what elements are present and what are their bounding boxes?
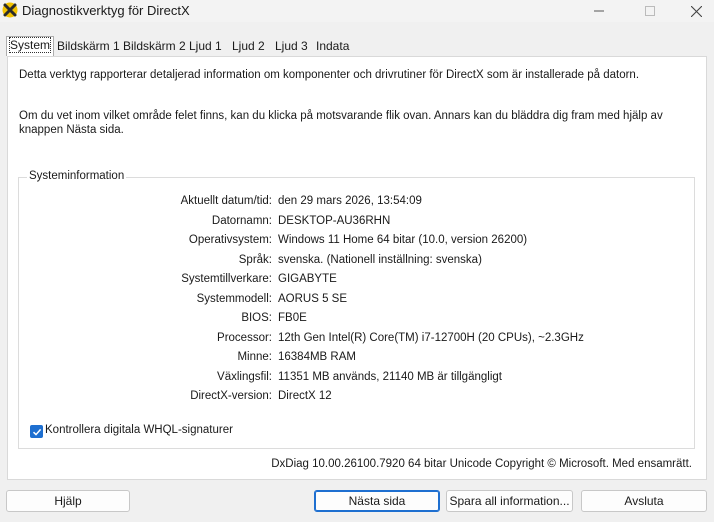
- system-info-label: Processor:: [217, 331, 272, 344]
- system-info-value: Windows 11 Home 64 bitar (10.0, version …: [278, 234, 528, 246]
- directx-icon: [2, 2, 18, 18]
- system-info-row: Växlingsfil: 11351 MB används, 21140 MB ä…: [8, 371, 698, 387]
- tab-input[interactable]: Indata: [312, 37, 353, 55]
- system-info-label: DirectX-version:: [190, 390, 272, 402]
- system-info-value: 11351 MB används, 21140 MB är tillgängli…: [278, 370, 502, 383]
- system-info-value: DESKTOP-AU36RHN: [278, 214, 391, 227]
- save-all-button[interactable]: Spara all information...: [446, 490, 573, 512]
- window-title: Diagnostikverktyg för DirectX: [22, 3, 190, 18]
- intro-text: Detta verktyg rapporterar detaljerad inf…: [19, 69, 640, 81]
- system-info-row: Systemmodell: AORUS 5 SE: [8, 293, 698, 309]
- system-info-row: DirectX-version: DirectX 12: [8, 390, 698, 406]
- system-info-label: Växlingsfil:: [217, 370, 272, 383]
- system-info-value: AORUS 5 SE: [278, 292, 348, 305]
- whql-checkbox-label[interactable]: Kontrollera digitala WHQL-signaturer: [45, 424, 233, 436]
- system-info-row: Aktuellt datum/tid: den 29 mars 2026, 13:…: [8, 195, 698, 211]
- title-bar: Diagnostikverktyg för DirectX: [0, 0, 714, 22]
- system-info-label: Språk:: [238, 253, 272, 266]
- close-icon: [690, 5, 702, 17]
- tab-sound-1[interactable]: Ljud 1: [185, 37, 226, 55]
- minimize-icon: [594, 10, 604, 12]
- system-info-row: Datornamn: DESKTOP-AU36RHN: [8, 215, 698, 231]
- system-info-label: Minne:: [237, 351, 272, 363]
- close-button[interactable]: [673, 0, 714, 22]
- maximize-icon: [645, 6, 655, 16]
- system-info-label: Systemmodell:: [196, 292, 272, 305]
- system-info-value: den 29 mars 2026, 13:54:09: [278, 195, 422, 207]
- system-info-label: Systemtillverkare:: [181, 273, 272, 285]
- system-info-value: DirectX 12: [278, 390, 332, 402]
- system-info-value: svenska. (Nationell inställning: svenska…: [278, 253, 482, 266]
- group-title: Systeminformation: [27, 170, 127, 182]
- system-info-label: Operativsystem:: [188, 234, 272, 246]
- tab-sound-2[interactable]: Ljud 2: [228, 37, 269, 55]
- system-info-row: BIOS: FB0E: [8, 312, 698, 328]
- system-info-value: 12th Gen Intel(R) Core(TM) i7-12700H (20…: [278, 331, 584, 344]
- version-info: DxDiag 10.00.26100.7920 64 bitar Unicode…: [271, 458, 692, 470]
- tab-display-2[interactable]: Bildskärm 2: [119, 37, 190, 55]
- help-text: Om du vet inom vilket område felet finns…: [19, 110, 663, 136]
- tab-system[interactable]: System: [6, 36, 55, 56]
- maximize-button[interactable]: [627, 0, 673, 22]
- help-button[interactable]: Hjälp: [6, 490, 130, 512]
- system-info-row: Processor: 12th Gen Intel(R) Core(TM) i7-…: [8, 332, 698, 348]
- tab-sound-3[interactable]: Ljud 3: [271, 37, 312, 55]
- system-info-label: Aktuellt datum/tid:: [180, 195, 272, 207]
- system-info-label: Datornamn:: [211, 214, 272, 227]
- system-tab-panel: Detta verktyg rapporterar detaljerad inf…: [7, 56, 707, 480]
- checkmark-icon: [32, 428, 41, 436]
- system-info-row: Operativsystem: Windows 11 Home 64 bitar …: [8, 234, 698, 250]
- minimize-button[interactable]: [576, 0, 622, 22]
- system-info-value: FB0E: [278, 312, 307, 324]
- whql-checkbox[interactable]: [30, 425, 43, 438]
- system-info-row: Minne: 16384MB RAM: [8, 351, 698, 367]
- system-info-label: BIOS:: [241, 312, 272, 324]
- next-page-button[interactable]: Nästa sida: [314, 490, 440, 512]
- system-info-row: Systemtillverkare: GIGABYTE: [8, 273, 698, 289]
- tab-display-1[interactable]: Bildskärm 1: [53, 37, 124, 55]
- system-info-value: 16384MB RAM: [278, 351, 356, 363]
- system-info-value: GIGABYTE: [278, 273, 337, 285]
- exit-button[interactable]: Avsluta: [581, 490, 707, 512]
- system-info-row: Språk: svenska. (Nationell inställning: s…: [8, 254, 698, 270]
